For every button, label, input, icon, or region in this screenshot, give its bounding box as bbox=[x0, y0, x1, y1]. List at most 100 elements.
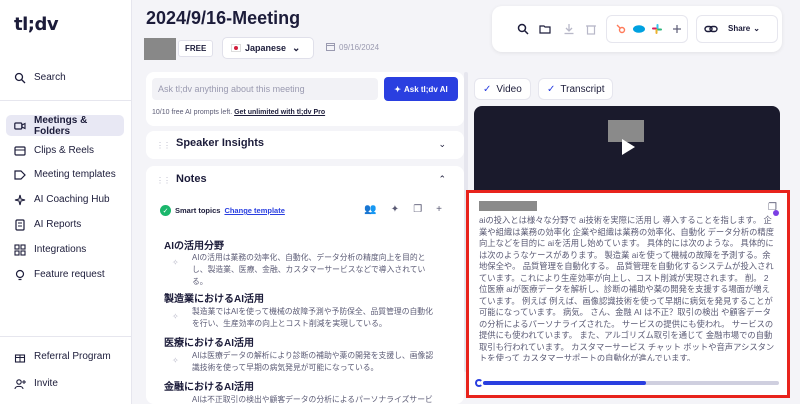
ai-sparkle-icon[interactable]: ✦ bbox=[391, 204, 399, 215]
sidebar-item-feature-request[interactable]: Feature request bbox=[6, 264, 124, 285]
sidebar: tl;dv Search Meetings & Folders Clips & … bbox=[0, 0, 132, 404]
ask-ai-input[interactable] bbox=[152, 78, 378, 100]
drag-handle-icon[interactable]: ⋮⋮ bbox=[156, 141, 171, 150]
sidebar-item-integrations[interactable]: Integrations bbox=[6, 239, 124, 260]
download-icon[interactable] bbox=[560, 20, 578, 38]
sidebar-item-coaching[interactable]: AI Coaching Hub bbox=[6, 189, 124, 210]
transcript-text[interactable]: aiの投入とは様々な分野で ai技術を実際に活用し 導入することを指します。 企… bbox=[479, 215, 775, 361]
note-text[interactable]: 製造業ではAIを使って機械の故障予測や予防保全、品質管理の自動化を行い、生産効率… bbox=[192, 306, 438, 330]
note-heading[interactable]: 医療におけるAI活用 bbox=[164, 334, 254, 349]
tab-transcript[interactable]: ✓ Transcript bbox=[538, 78, 614, 100]
sidebar-item-label: AI Coaching Hub bbox=[34, 194, 110, 205]
sidebar-item-reports[interactable]: AI Reports bbox=[6, 214, 124, 235]
tab-label: Transcript bbox=[560, 83, 605, 95]
transcript-progress bbox=[483, 381, 779, 385]
add-integration-icon[interactable] bbox=[668, 20, 686, 38]
tab-video[interactable]: ✓ Video bbox=[474, 78, 531, 100]
reports-icon bbox=[14, 218, 26, 231]
share-button[interactable]: Share ⌄ bbox=[728, 24, 760, 33]
speakers-icon[interactable]: 👥 bbox=[364, 204, 376, 215]
sparkle-icon: ✦ bbox=[394, 84, 401, 94]
note-heading[interactable]: 製造業におけるAI活用 bbox=[164, 290, 264, 305]
sidebar-item-label: Search bbox=[34, 72, 66, 83]
sidebar-item-clips[interactable]: Clips & Reels bbox=[6, 140, 124, 161]
share-label: Share bbox=[728, 24, 751, 33]
search-icon[interactable] bbox=[514, 20, 532, 38]
note-heading[interactable]: 金融におけるAI活用 bbox=[164, 378, 254, 393]
smart-topics-label: Smart topics bbox=[175, 206, 221, 215]
ask-ai-panel: ✦ Ask tl;dv AI 10/10 free AI prompts lef… bbox=[146, 72, 464, 126]
sidebar-item-label: Referral Program bbox=[34, 351, 111, 362]
video-player[interactable] bbox=[474, 106, 780, 192]
transcript-panel: ❐ aiの投入とは様々な分野で ai技術を実際に活用し 導入することを指します。… bbox=[466, 190, 790, 398]
page-title[interactable]: 2024/9/16-Meeting bbox=[146, 8, 300, 29]
clips-icon bbox=[14, 145, 26, 157]
lightbulb-icon bbox=[14, 269, 26, 281]
user-plus-icon bbox=[14, 378, 26, 390]
sidebar-item-invite[interactable]: Invite bbox=[6, 373, 124, 394]
play-icon[interactable] bbox=[614, 134, 640, 160]
plan-badge: FREE bbox=[178, 40, 214, 57]
sidebar-item-label: AI Reports bbox=[34, 219, 82, 230]
check-icon: ✓ bbox=[547, 83, 556, 95]
salesforce-icon[interactable] bbox=[630, 20, 648, 38]
japan-flag-icon bbox=[231, 44, 241, 52]
section-title: Notes bbox=[176, 173, 207, 185]
avatar[interactable] bbox=[144, 38, 176, 60]
divider bbox=[0, 336, 132, 337]
sidebar-item-referral[interactable]: Referral Program bbox=[6, 346, 124, 367]
progress-fill bbox=[483, 381, 646, 385]
chevron-down-icon: ⌄ bbox=[292, 42, 301, 54]
chevron-up-icon[interactable]: ⌃ bbox=[438, 174, 446, 185]
language-select[interactable]: Japanese ⌄ bbox=[222, 37, 314, 59]
section-title: Speaker Insights bbox=[176, 137, 265, 149]
sidebar-item-meetings[interactable]: Meetings & Folders bbox=[6, 115, 124, 137]
sidebar-item-search[interactable]: Search bbox=[6, 67, 124, 88]
link-icon[interactable] bbox=[702, 20, 720, 38]
slack-icon[interactable] bbox=[648, 20, 666, 38]
note-text[interactable]: AIは不正取引の検出や顧客データの分析によるパーソナライズサービ bbox=[192, 394, 438, 404]
top-toolbar: Share ⌄ bbox=[492, 6, 782, 52]
prompts-count: 10/10 free AI prompts left. bbox=[152, 109, 233, 116]
app-logo[interactable]: tl;dv bbox=[14, 14, 59, 35]
ask-ai-button[interactable]: ✦ Ask tl;dv AI bbox=[384, 77, 458, 101]
gift-icon bbox=[14, 351, 26, 363]
copy-icon[interactable]: ❐ bbox=[413, 204, 422, 215]
delete-icon[interactable] bbox=[582, 20, 600, 38]
meeting-date: 09/16/2024 bbox=[326, 42, 379, 53]
video-camera-icon bbox=[14, 120, 26, 132]
integrations-icon bbox=[14, 243, 26, 256]
drag-handle-icon[interactable]: ⋮⋮ bbox=[156, 176, 171, 185]
upgrade-link[interactable]: Get unlimited with tl;dv Pro bbox=[234, 109, 325, 116]
sidebar-item-label: Meeting templates bbox=[34, 169, 116, 180]
folder-move-icon[interactable] bbox=[536, 20, 554, 38]
note-text[interactable]: AIは医療データの解析により診断の補助や薬の開発を支援し、画像認識技術を使って早… bbox=[192, 350, 438, 374]
sparkle-icon: ✧ bbox=[172, 258, 179, 267]
check-icon: ✓ bbox=[483, 83, 492, 95]
calendar-icon bbox=[326, 42, 335, 53]
search-icon bbox=[14, 72, 26, 84]
language-label: Japanese bbox=[245, 43, 287, 53]
change-template-link[interactable]: Change template bbox=[224, 206, 284, 215]
tab-label: Video bbox=[496, 83, 522, 95]
chevron-down-icon[interactable]: ⌄ bbox=[438, 139, 446, 150]
sidebar-item-label: Integrations bbox=[34, 244, 87, 255]
sidebar-item-templates[interactable]: Meeting templates bbox=[6, 164, 124, 185]
ask-ai-button-label: Ask tl;dv AI bbox=[403, 84, 448, 94]
sparkle-icon: ✧ bbox=[172, 356, 179, 365]
add-icon[interactable]: + bbox=[436, 204, 442, 215]
hubspot-icon[interactable] bbox=[612, 20, 630, 38]
check-icon: ✓ bbox=[160, 205, 171, 216]
sidebar-item-label: Feature request bbox=[34, 269, 105, 280]
divider bbox=[0, 100, 132, 101]
speaker-insights-section[interactable]: ⋮⋮ Speaker Insights ⌄ bbox=[146, 131, 464, 159]
notes-section: ⋮⋮ Notes ⌃ ✓ Smart topics Change templat… bbox=[146, 166, 464, 404]
loading-spinner-icon bbox=[475, 379, 483, 387]
note-heading[interactable]: AIの活用分野 bbox=[164, 237, 224, 252]
smart-topics-bar: ✓ Smart topics Change template bbox=[160, 205, 285, 216]
sidebar-item-label: Clips & Reels bbox=[34, 145, 95, 156]
chevron-down-icon: ⌄ bbox=[753, 24, 760, 33]
date-label: 09/16/2024 bbox=[339, 43, 380, 52]
note-text[interactable]: AIの活用は業務の効率化、自動化、データ分析の精度向上を目的とし、製造業、医療、… bbox=[192, 252, 438, 288]
prompts-note: 10/10 free AI prompts left. Get unlimite… bbox=[152, 109, 325, 116]
